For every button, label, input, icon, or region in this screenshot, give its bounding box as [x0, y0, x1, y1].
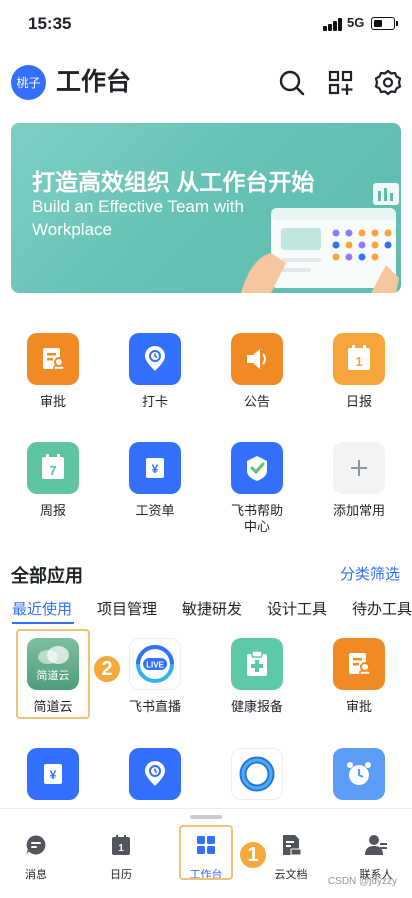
- add-icon: [333, 442, 385, 494]
- tab-agile-dev[interactable]: 敏捷研发: [182, 598, 242, 619]
- quick-app-2[interactable]: 公告: [212, 333, 302, 410]
- page-title: 工作台: [56, 68, 132, 96]
- alarm-clock-icon[interactable]: [333, 748, 385, 800]
- highlight-jiandaoyun: [16, 629, 90, 719]
- announcement-icon: [231, 333, 283, 385]
- payslip-icon: ¥: [129, 442, 181, 494]
- health-report-icon: [231, 638, 283, 690]
- svg-text:LIVE: LIVE: [146, 661, 164, 670]
- help-center-icon: [231, 442, 283, 494]
- quick-app-label: 工资单: [135, 503, 175, 518]
- banner-subtitle: Build an Effective Team with Workplace: [32, 197, 244, 239]
- network-label: 5G: [347, 15, 365, 30]
- avatar[interactable]: 桃子: [11, 65, 46, 100]
- annotation-badge-1: 1: [238, 840, 268, 870]
- tab-project-management[interactable]: 项目管理: [97, 598, 157, 619]
- daily-report-icon: 1: [333, 333, 385, 385]
- tab-design-tools[interactable]: 设计工具: [267, 598, 327, 619]
- payslip-icon[interactable]: ¥: [27, 748, 79, 800]
- status-bar: 15:35 5G: [0, 0, 412, 50]
- promo-banner[interactable]: 打造高效组织 从工作台开始 Build an Effective Team wi…: [11, 123, 401, 293]
- contacts-icon: [365, 835, 387, 855]
- quick-app-label: 周报: [39, 503, 66, 518]
- tab-todo-tools[interactable]: 待办工具: [352, 598, 412, 619]
- quick-app-label: 审批: [39, 394, 66, 409]
- quick-app-4[interactable]: 7 周报: [8, 442, 98, 519]
- check-in-icon: [129, 333, 181, 385]
- category-filter-link[interactable]: 分类筛选: [340, 563, 400, 584]
- quick-app-label: 日报: [345, 394, 372, 409]
- quick-app-0[interactable]: 审批: [8, 333, 98, 410]
- ring-app-icon[interactable]: [231, 748, 283, 800]
- highlight-workplace-tab: [179, 825, 233, 880]
- tab-recent[interactable]: 最近使用: [12, 598, 72, 619]
- quick-app-6[interactable]: 飞书帮助中心: [212, 442, 302, 535]
- app-label: 健康报备: [230, 699, 283, 714]
- active-tab-indicator: [12, 622, 74, 624]
- battery-icon: [371, 17, 395, 30]
- scan-add-icon[interactable]: [326, 68, 356, 98]
- app-feishu-live[interactable]: LIVE 飞书直播: [110, 638, 200, 715]
- calendar-icon: 1: [112, 835, 130, 855]
- quick-app-1[interactable]: 打卡: [110, 333, 200, 410]
- svg-text:1: 1: [118, 843, 124, 854]
- docs-icon: [283, 835, 302, 856]
- quick-app-3[interactable]: 1 日报: [314, 333, 404, 410]
- all-apps-title: 全部应用: [11, 566, 83, 586]
- search-icon[interactable]: [277, 68, 307, 98]
- quick-app-label: 飞书帮助中心: [230, 503, 283, 534]
- nav-calendar[interactable]: 1 日历: [86, 833, 156, 882]
- quick-app-7[interactable]: 添加常用: [314, 442, 404, 519]
- live-icon: LIVE: [129, 638, 181, 690]
- drag-handle[interactable]: [190, 815, 222, 819]
- svg-text:7: 7: [49, 463, 56, 478]
- app-label: 飞书直播: [128, 699, 181, 714]
- message-icon: [26, 835, 46, 855]
- annotation-badge-2: 2: [92, 654, 122, 684]
- svg-text:1: 1: [355, 354, 362, 369]
- quick-app-label: 公告: [243, 394, 270, 409]
- nav-contacts[interactable]: 联系人: [341, 833, 411, 882]
- nav-messages[interactable]: 消息: [1, 833, 71, 882]
- app-health-report[interactable]: 健康报备: [212, 638, 302, 715]
- svg-text:¥: ¥: [50, 768, 57, 782]
- app-label: 审批: [345, 699, 372, 714]
- quick-app-label: 添加常用: [332, 503, 385, 518]
- weekly-report-icon: 7: [27, 442, 79, 494]
- svg-text:¥: ¥: [152, 462, 159, 476]
- quick-app-5[interactable]: ¥ 工资单: [110, 442, 200, 519]
- check-in-icon[interactable]: [129, 748, 181, 800]
- category-tabs: 最近使用 项目管理 敏捷研发 设计工具 待办工具: [0, 598, 412, 624]
- approval-icon: [27, 333, 79, 385]
- settings-icon[interactable]: [373, 68, 403, 98]
- watermark: CSDN @jdyzzy: [327, 876, 397, 887]
- signal-icon: [323, 18, 343, 31]
- app-approval-2[interactable]: 审批: [314, 638, 404, 715]
- approval-icon: [333, 638, 385, 690]
- dashboard-illustration-icon: [241, 183, 399, 293]
- status-time: 15:35: [28, 14, 72, 33]
- quick-app-label: 打卡: [141, 394, 168, 409]
